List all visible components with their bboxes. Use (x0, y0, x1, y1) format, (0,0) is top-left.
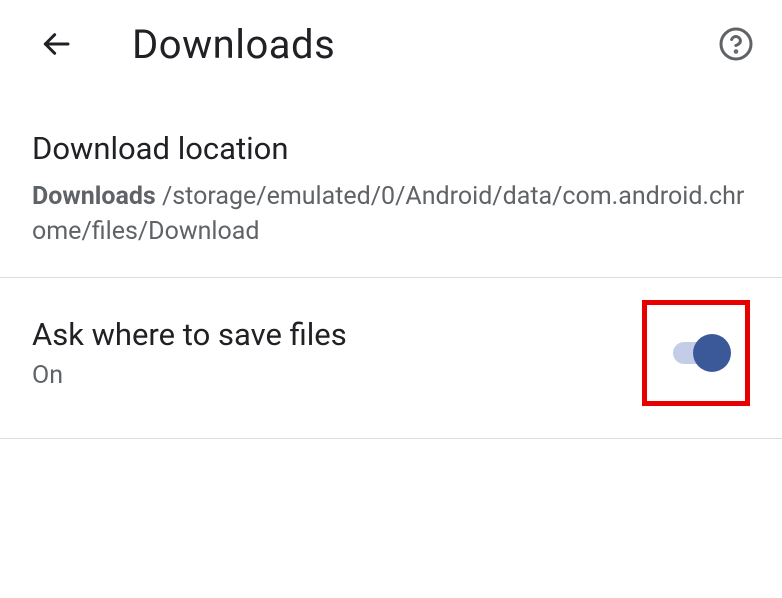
divider (0, 438, 782, 439)
help-button[interactable] (714, 22, 758, 66)
help-icon (718, 26, 754, 62)
download-location-section[interactable]: Download location Downloads /storage/emu… (0, 88, 782, 277)
ask-where-toggle[interactable] (671, 333, 731, 373)
download-location-path: Downloads /storage/emulated/0/Android/da… (32, 179, 750, 249)
toggle-thumb (693, 334, 731, 372)
download-folder-name: Downloads (32, 182, 156, 211)
ask-where-label: Ask where to save files (32, 316, 347, 353)
header: Downloads (0, 0, 782, 88)
ask-where-text: Ask where to save files On (32, 316, 347, 390)
ask-where-section: Ask where to save files On (0, 278, 782, 438)
ask-where-status: On (32, 361, 347, 390)
download-location-label: Download location (32, 130, 750, 167)
page-title: Downloads (132, 21, 335, 68)
toggle-highlight-box (642, 300, 750, 406)
arrow-left-icon (40, 28, 72, 60)
back-button[interactable] (32, 20, 80, 68)
